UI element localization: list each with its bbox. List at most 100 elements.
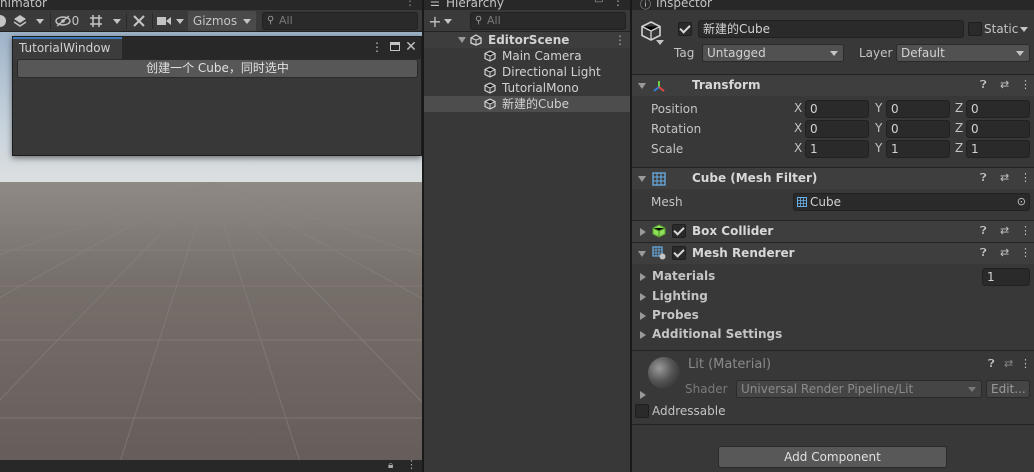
mesh-renderer-enabled-checkbox[interactable] xyxy=(672,246,686,260)
presets-icon[interactable]: ⇄ xyxy=(1004,357,1013,370)
toolbar-edge xyxy=(0,11,6,31)
shader-dropdown[interactable]: Universal Render Pipeline/Lit xyxy=(736,380,982,398)
help-icon[interactable]: ❓︎ xyxy=(988,357,995,371)
position-y-field[interactable]: 0 xyxy=(886,100,950,118)
tools-icon[interactable] xyxy=(128,11,150,31)
scene-bottom-bar: 🔒︎ ⋮ xyxy=(0,458,422,472)
grid-dropdown-icon[interactable] xyxy=(108,11,126,31)
close-icon[interactable]: ✕ xyxy=(403,39,419,55)
layers-icon[interactable] xyxy=(10,11,30,31)
static-checkbox[interactable] xyxy=(968,22,982,36)
foldout-arrow-icon[interactable] xyxy=(638,83,646,89)
panel-menu-icon[interactable]: ⋮ xyxy=(406,458,417,471)
lock-icon[interactable]: 🔒︎ xyxy=(388,460,393,471)
scale-z-field[interactable]: 1 xyxy=(966,140,1030,158)
component-menu-icon[interactable]: ⋮ xyxy=(1020,224,1031,237)
rotation-z-field[interactable]: 0 xyxy=(966,120,1030,138)
section-divider xyxy=(632,424,1034,425)
box-collider-enabled-checkbox[interactable] xyxy=(672,224,686,238)
axis-x-label: X xyxy=(794,101,803,115)
scale-x-field[interactable]: 1 xyxy=(805,140,869,158)
object-name-input[interactable]: 新建的Cube xyxy=(698,20,964,38)
grid-icon[interactable] xyxy=(86,11,106,31)
material-menu-icon[interactable]: ⋮ xyxy=(1020,357,1031,370)
create-cube-button[interactable]: 创建一个 Cube，同时选中 xyxy=(17,59,418,78)
rotation-x-field[interactable]: 0 xyxy=(805,120,869,138)
scene-menu-icon[interactable]: ⋮ xyxy=(614,32,626,48)
lighting-foldout[interactable]: Lighting xyxy=(632,287,1034,306)
hierarchy-item[interactable]: TutorialMono xyxy=(424,80,630,96)
active-checkbox[interactable] xyxy=(678,22,692,36)
camera-icon[interactable] xyxy=(155,11,173,31)
additional-settings-foldout[interactable]: Additional Settings xyxy=(632,325,1034,344)
mesh-object-field[interactable]: Cube ⊙ xyxy=(793,193,1030,211)
scene-tab-bar: nimator ⋮ xyxy=(0,0,422,10)
transform-header[interactable]: Transform ❓︎ ⇄ ⋮ xyxy=(632,74,1034,96)
tag-dropdown[interactable]: Untagged xyxy=(702,44,844,62)
material-foldout-icon[interactable] xyxy=(640,391,646,399)
chevron-down-icon[interactable] xyxy=(1020,27,1028,32)
box-collider-icon xyxy=(652,224,666,238)
hierarchy-panel: ☰ Hierarchy ▭ ⋮ + ⚲ All EditorScene ⋮ Ma… xyxy=(424,0,630,472)
add-dropdown-icon[interactable] xyxy=(442,11,454,31)
foldout-arrow-icon[interactable] xyxy=(638,176,646,182)
mesh-filter-header[interactable]: Cube (Mesh Filter) ❓︎ ⇄ ⋮ xyxy=(632,167,1034,189)
component-menu-icon[interactable]: ⋮ xyxy=(1020,171,1031,184)
animator-tab[interactable]: nimator xyxy=(0,0,47,10)
hierarchy-item-selected[interactable]: 新建的Cube xyxy=(424,96,630,112)
presets-icon[interactable]: ⇄ xyxy=(1000,246,1009,259)
help-icon[interactable]: ❓︎ xyxy=(980,78,987,92)
axis-y-label: Y xyxy=(875,101,883,115)
expand-arrow-icon[interactable] xyxy=(458,37,466,43)
scene-search-input[interactable]: ⚲ All xyxy=(262,12,418,30)
icon-dropdown-icon[interactable] xyxy=(656,40,664,45)
rotation-y-field[interactable]: 0 xyxy=(886,120,950,138)
lock-icon[interactable]: ▭ xyxy=(594,0,603,6)
position-z-field[interactable]: 0 xyxy=(966,100,1030,118)
tab-menu-icon[interactable]: ⋮ xyxy=(404,0,416,8)
component-menu-icon[interactable]: ⋮ xyxy=(1020,246,1031,259)
component-actions: ❓︎ ⇄ ⋮ xyxy=(974,171,1034,187)
hierarchy-tab[interactable]: Hierarchy xyxy=(446,0,504,10)
box-collider-header[interactable]: Box Collider ❓︎ ⇄ ⋮ xyxy=(632,220,1034,242)
position-x-field[interactable]: 0 xyxy=(805,100,869,118)
static-dropdown[interactable]: Static xyxy=(984,21,1018,37)
gizmos-dropdown[interactable]: Gizmos xyxy=(188,11,256,31)
layer-dropdown[interactable]: Default xyxy=(896,44,1030,62)
hierarchy-item[interactable]: Main Camera xyxy=(424,48,630,64)
edit-shader-button[interactable]: Edit... xyxy=(986,380,1030,398)
probes-label: Probes xyxy=(652,308,699,322)
help-icon[interactable]: ❓︎ xyxy=(980,171,987,185)
foldout-arrow-icon[interactable] xyxy=(640,228,646,236)
maximize-icon[interactable] xyxy=(387,39,403,55)
camera-dropdown-icon[interactable] xyxy=(173,11,187,31)
help-icon[interactable]: ❓︎ xyxy=(980,224,987,238)
object-picker-icon[interactable]: ⊙ xyxy=(1017,194,1026,210)
component-menu-icon[interactable]: ⋮ xyxy=(1020,78,1031,91)
addressable-checkbox[interactable] xyxy=(635,404,649,418)
foldout-arrow-icon[interactable] xyxy=(638,251,646,257)
inspector-tab[interactable]: Inspector xyxy=(656,0,712,10)
help-icon[interactable]: ❓︎ xyxy=(980,246,987,260)
add-component-button[interactable]: Add Component xyxy=(718,446,947,468)
hierarchy-search-input[interactable]: ⚲ All xyxy=(470,12,626,30)
presets-icon[interactable]: ⇄ xyxy=(1000,224,1009,237)
visibility-toggle[interactable]: 0 xyxy=(53,11,81,31)
materials-count-field[interactable]: 1 xyxy=(982,268,1030,286)
layers-dropdown-icon[interactable] xyxy=(32,11,48,31)
presets-icon[interactable]: ⇄ xyxy=(1000,78,1009,91)
ground-grid xyxy=(0,182,422,460)
add-icon[interactable]: + xyxy=(428,11,442,31)
scale-y-field[interactable]: 1 xyxy=(886,140,950,158)
scene-root-row[interactable]: EditorScene ⋮ xyxy=(424,32,630,48)
presets-icon[interactable]: ⇄ xyxy=(1000,171,1009,184)
mesh-renderer-header[interactable]: Mesh Renderer ❓︎ ⇄ ⋮ xyxy=(632,242,1034,264)
tutorial-window-tab[interactable]: TutorialWindow xyxy=(13,37,122,59)
window-menu-icon[interactable]: ⋮ xyxy=(369,39,385,55)
hidden-count: 0 xyxy=(71,14,80,28)
gameobject-cube-icon xyxy=(484,50,496,62)
materials-foldout[interactable]: Materials xyxy=(632,267,1034,286)
hierarchy-item[interactable]: Directional Light xyxy=(424,64,630,80)
probes-foldout[interactable]: Probes xyxy=(632,306,1034,325)
tab-menu-icon[interactable]: ⋮ xyxy=(612,0,624,8)
